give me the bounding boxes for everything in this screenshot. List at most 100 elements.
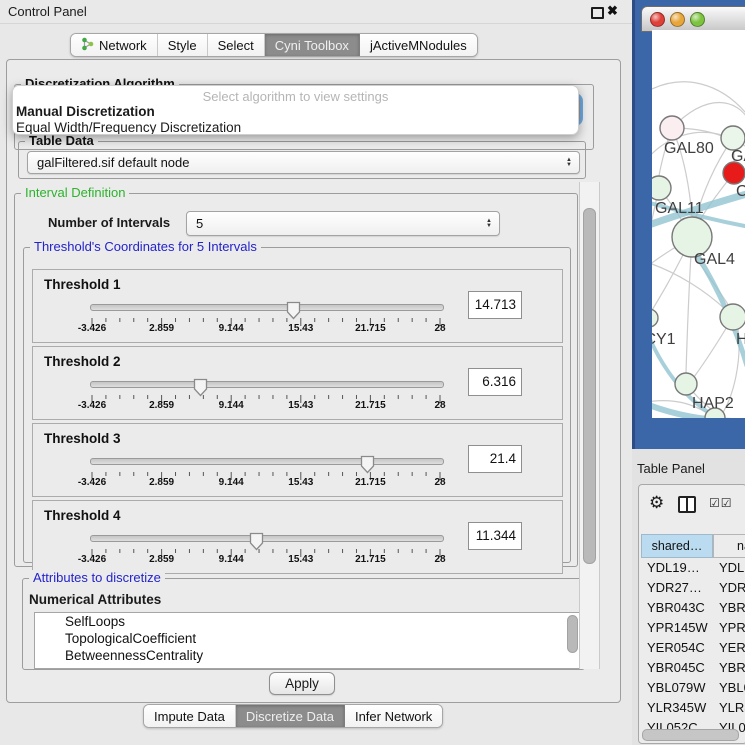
slider-tick-label: 28 (434, 400, 445, 411)
threshold-label: Threshold 1 (44, 277, 121, 292)
slider-thumb[interactable] (193, 378, 208, 397)
tab-label: Style (168, 38, 197, 53)
split-table-icon[interactable] (678, 496, 696, 513)
svg-text:GA: GA (731, 148, 745, 165)
number-of-intervals-combobox[interactable]: 5 ▲▼ (186, 211, 500, 236)
top-tab-bar: Network Style SelectCyni Toolbox jActiveMNo… (70, 33, 478, 57)
interval-definition-groupbox: Interval Definition Number of Intervals … (14, 193, 578, 567)
slider-track[interactable] (90, 458, 444, 465)
threshold-value-field[interactable]: 11.344 (468, 522, 522, 550)
attributes-scrollbar-thumb[interactable] (567, 615, 578, 653)
tab-select[interactable]: Select (208, 34, 265, 56)
threshold-panel-1: Threshold 1 -3.4262.8599.14415.4321.71528… (32, 269, 563, 343)
slider-tick-label: 28 (434, 477, 445, 488)
slider-tick-label: 15.43 (288, 554, 313, 565)
slider-track[interactable] (90, 381, 444, 388)
table-row[interactable]: YBR045CYBR0 (639, 658, 745, 678)
svg-text:HAP2: HAP2 (692, 395, 734, 412)
slider-thumb[interactable] (360, 455, 375, 474)
cell-name: YPR1 (719, 620, 745, 635)
table-row[interactable]: YER054CYER0 (639, 638, 745, 658)
cell-shared-name: YDR27… (647, 580, 702, 595)
tab-label: Infer Network (355, 709, 432, 724)
close-traffic-light[interactable] (650, 12, 665, 27)
slider-tick-label: 28 (434, 554, 445, 565)
threshold-slider[interactable]: -3.4262.8599.14415.4321.71528 (90, 300, 442, 340)
table-column-header-name[interactable]: na (713, 534, 745, 558)
slider-tick-label: 21.715 (355, 554, 386, 565)
gear-icon[interactable]: ⚙ (649, 494, 664, 511)
table-row[interactable]: YLR345WYLR3 (639, 698, 745, 718)
slider-tick-label: 15.43 (288, 400, 313, 411)
settings-scrollbar-track[interactable] (579, 182, 600, 669)
slider-tick-label: -3.426 (78, 400, 106, 411)
slider-ticks (90, 545, 446, 563)
slider-tick-label: -3.426 (78, 477, 106, 488)
slider-tick-label: 2.859 (149, 400, 174, 411)
svg-text:GAL4: GAL4 (694, 251, 735, 268)
threshold-label: Threshold 3 (44, 431, 121, 446)
algorithm-option-manual-discretization[interactable]: Manual Discretization (16, 104, 155, 119)
float-window-icon[interactable] (591, 7, 604, 19)
minimize-traffic-light[interactable] (670, 12, 685, 27)
stepper-arrows-icon: ▲▼ (559, 158, 579, 168)
threshold-slider[interactable]: -3.4262.8599.14415.4321.71528 (90, 531, 442, 571)
cell-name: YBR0 (719, 660, 745, 675)
network-window-titlebar[interactable] (641, 6, 745, 32)
slider-ticks (90, 391, 446, 409)
apply-button[interactable]: Apply (269, 672, 335, 695)
slider-tick-label: 2.859 (149, 477, 174, 488)
tab-discretize-data[interactable]: Discretize Data (236, 705, 345, 727)
attribute-item-betweennesscentrality[interactable]: BetweennessCentrality (35, 647, 580, 664)
threshold-value-field[interactable]: 21.4 (468, 445, 522, 473)
table-hscrollbar-thumb[interactable] (642, 729, 739, 741)
close-icon[interactable]: ✖ (607, 3, 618, 19)
table-panel-title: Table Panel (637, 461, 705, 476)
checkbox-icons[interactable]: ☑☑ (709, 496, 733, 510)
numerical-attributes-list[interactable]: SelfLoopsTopologicalCoefficientBetweenne… (34, 612, 581, 669)
cell-name: YBR0 (719, 600, 745, 615)
table-row[interactable]: YBL079WYBL0 (639, 678, 745, 698)
slider-thumb[interactable] (286, 301, 301, 320)
tab-impute-data[interactable]: Impute Data (144, 705, 236, 727)
tab-cyni-toolbox[interactable]: Cyni Toolbox (265, 34, 360, 56)
attribute-item-selfloops[interactable]: SelfLoops (35, 613, 580, 630)
threshold-label: Threshold 4 (44, 508, 121, 523)
table-row[interactable]: YDL19…YDL1 (639, 558, 745, 578)
slider-thumb[interactable] (249, 532, 264, 551)
threshold-slider[interactable]: -3.4262.8599.14415.4321.71528 (90, 377, 442, 417)
tab-jactivemnodules[interactable]: jActiveMNodules (360, 34, 477, 56)
network-canvas[interactable]: GAL80GACGAL11GAL4GCY1HHAP2 (652, 30, 745, 418)
slider-tick-label: -3.426 (78, 323, 106, 334)
table-row[interactable]: YBR043CYBR0 (639, 598, 745, 618)
tab-network[interactable]: Network (71, 34, 158, 56)
slider-ticks (90, 468, 446, 486)
table-data-combobox[interactable]: galFiltered.sif default node ▲▼ (27, 151, 580, 174)
svg-text:GCY1: GCY1 (652, 331, 676, 348)
slider-tick-label: 2.859 (149, 554, 174, 565)
tab-style[interactable]: Style (158, 34, 208, 56)
table-data-combobox-value: galFiltered.sif default node (28, 155, 559, 170)
tab-label: Discretize Data (246, 709, 334, 724)
control-panel-titlebar: Control Panel ✖ (0, 0, 632, 24)
slider-tick-label: 15.43 (288, 477, 313, 488)
threshold-slider[interactable]: -3.4262.8599.14415.4321.71528 (90, 454, 442, 494)
slider-tick-label: 28 (434, 323, 445, 334)
tab-label: jActiveMNodules (370, 38, 467, 53)
slider-tick-label: 21.715 (355, 400, 386, 411)
table-panel-box: ⚙ ☑☑ shared… na YDL19…YDL1YDR27…YDR2YBR0… (638, 484, 745, 744)
slider-track[interactable] (90, 304, 444, 311)
table-row[interactable]: YPR145W YPR1 (639, 618, 745, 638)
settings-scrollbar-thumb[interactable] (583, 208, 596, 564)
threshold-value-field[interactable]: 14.713 (468, 291, 522, 319)
table-row[interactable]: YDR27…YDR2 (639, 578, 745, 598)
zoom-traffic-light[interactable] (690, 12, 705, 27)
algorithm-option-equal-width-frequency-discretization[interactable]: Equal Width/Frequency Discretization (16, 120, 241, 135)
tab-infer-network[interactable]: Infer Network (345, 705, 442, 727)
slider-tick-label: 9.144 (219, 477, 244, 488)
attribute-item-topologicalcoefficient[interactable]: TopologicalCoefficient (35, 630, 580, 647)
table-column-header-shared[interactable]: shared… (641, 534, 713, 558)
threshold-value-field[interactable]: 6.316 (468, 368, 522, 396)
cell-shared-name: YPR145W (647, 620, 708, 635)
slider-track[interactable] (90, 535, 444, 542)
